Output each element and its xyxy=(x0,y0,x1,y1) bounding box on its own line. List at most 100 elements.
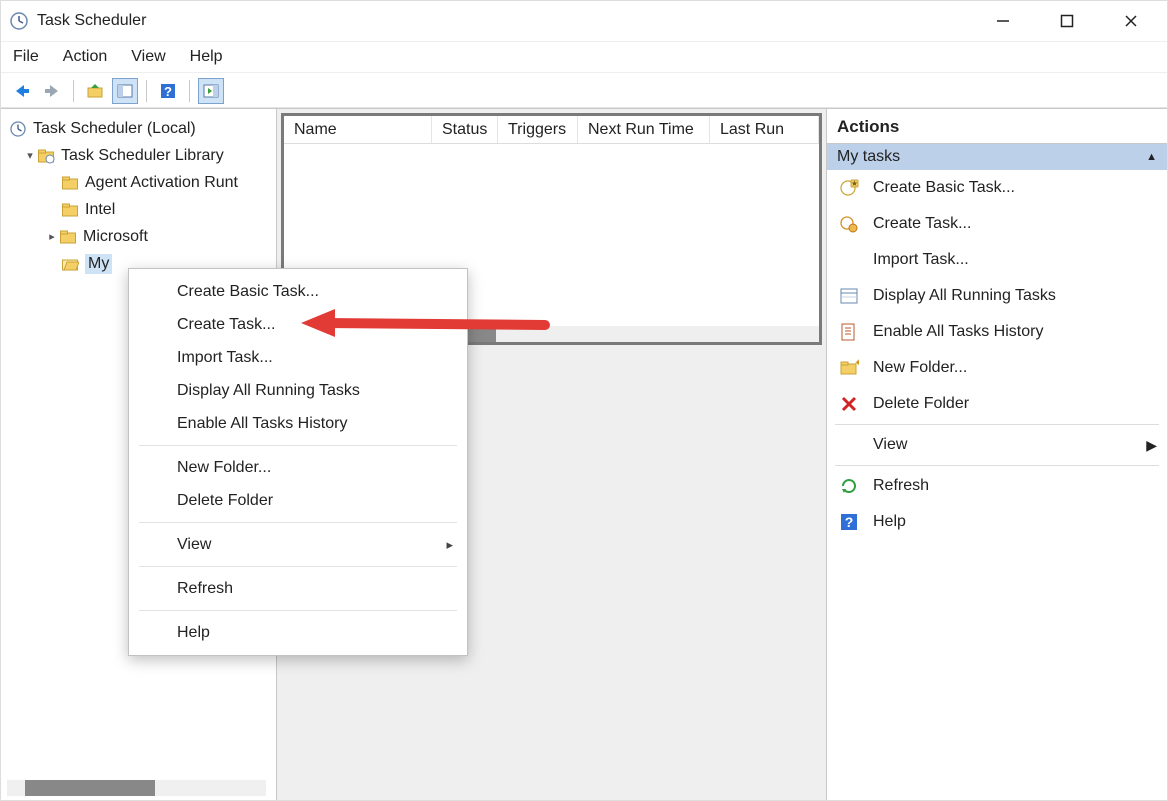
clock-new-icon: ★ xyxy=(839,178,859,198)
svg-text:?: ? xyxy=(845,514,854,530)
action-refresh[interactable]: Refresh xyxy=(827,468,1167,504)
ctx-separator xyxy=(139,445,457,446)
menu-action[interactable]: Action xyxy=(63,48,107,66)
show-hide-action-pane-button[interactable] xyxy=(198,78,224,104)
actions-context-label: My tasks xyxy=(837,148,900,166)
ctx-display-running[interactable]: Display All Running Tasks xyxy=(129,374,467,407)
action-view[interactable]: View ▶ xyxy=(827,427,1167,463)
help-toolbar-button[interactable]: ? xyxy=(155,78,181,104)
col-last-run[interactable]: Last Run xyxy=(710,116,819,143)
ctx-view[interactable]: View▸ xyxy=(129,528,467,561)
action-label: Enable All Tasks History xyxy=(873,323,1043,341)
folder-icon xyxy=(61,201,79,219)
app-clock-icon xyxy=(9,11,29,31)
chevron-right-icon[interactable]: ▸ xyxy=(45,230,59,243)
ctx-refresh[interactable]: Refresh xyxy=(129,572,467,605)
open-folder-icon xyxy=(61,255,79,273)
actions-context-header[interactable]: My tasks ▲ xyxy=(827,144,1167,170)
ctx-import-task[interactable]: Import Task... xyxy=(129,341,467,374)
svg-text:?: ? xyxy=(164,84,172,99)
history-icon xyxy=(839,322,859,342)
show-hide-console-tree-button[interactable] xyxy=(112,78,138,104)
action-label: New Folder... xyxy=(873,359,967,377)
ctx-separator xyxy=(139,610,457,611)
folder-clock-icon xyxy=(37,147,55,165)
action-new-folder[interactable]: ✦ New Folder... xyxy=(827,350,1167,386)
actions-pane: Actions My tasks ▲ ★ Create Basic Task..… xyxy=(827,109,1167,800)
chevron-right-icon: ▶ xyxy=(1146,437,1157,454)
import-icon xyxy=(839,250,859,270)
col-name[interactable]: Name xyxy=(284,116,432,143)
action-enable-history[interactable]: Enable All Tasks History xyxy=(827,314,1167,350)
action-create-task[interactable]: Create Task... xyxy=(827,206,1167,242)
action-label: Import Task... xyxy=(873,251,969,269)
action-delete-folder[interactable]: Delete Folder xyxy=(827,386,1167,422)
clock-gear-icon xyxy=(839,214,859,234)
tree-item-microsoft[interactable]: ▸ Microsoft xyxy=(5,223,276,250)
tree-scrollbar-thumb[interactable] xyxy=(25,780,155,796)
menu-help[interactable]: Help xyxy=(190,48,223,66)
ctx-delete-folder[interactable]: Delete Folder xyxy=(129,484,467,517)
ctx-new-folder[interactable]: New Folder... xyxy=(129,451,467,484)
nav-back-button[interactable] xyxy=(9,78,35,104)
window-title: Task Scheduler xyxy=(37,12,985,30)
toolbar-separator xyxy=(73,80,74,102)
context-menu: Create Basic Task... Create Task... Impo… xyxy=(128,268,468,656)
running-tasks-icon xyxy=(839,286,859,306)
blank-icon xyxy=(839,435,859,455)
chevron-down-icon[interactable]: ▾ xyxy=(23,149,37,162)
titlebar: Task Scheduler xyxy=(1,1,1167,41)
new-folder-icon: ✦ xyxy=(839,358,859,378)
close-button[interactable] xyxy=(1113,7,1149,35)
ctx-create-basic-task[interactable]: Create Basic Task... xyxy=(129,275,467,308)
tree-item-label: Microsoft xyxy=(83,228,148,246)
ctx-help[interactable]: Help xyxy=(129,616,467,649)
tree-library[interactable]: ▾ Task Scheduler Library xyxy=(5,142,276,169)
action-label: Help xyxy=(873,513,906,531)
action-create-basic-task[interactable]: ★ Create Basic Task... xyxy=(827,170,1167,206)
action-label: Delete Folder xyxy=(873,395,969,413)
delete-icon xyxy=(839,394,859,414)
actions-pane-title: Actions xyxy=(827,109,1167,144)
col-next-run[interactable]: Next Run Time xyxy=(578,116,710,143)
action-import-task[interactable]: Import Task... xyxy=(827,242,1167,278)
menubar: File Action View Help xyxy=(1,41,1167,73)
menu-view[interactable]: View xyxy=(131,48,165,66)
action-label: Create Basic Task... xyxy=(873,179,1015,197)
toolbar: ? xyxy=(1,73,1167,109)
help-icon: ? xyxy=(839,512,859,532)
tree-item-label: Agent Activation Runt xyxy=(85,174,238,192)
toolbar-separator xyxy=(146,80,147,102)
action-label: View xyxy=(873,436,907,454)
action-label: Create Task... xyxy=(873,215,971,233)
toolbar-separator xyxy=(189,80,190,102)
task-list-header: Name Status Triggers Next Run Time Last … xyxy=(284,116,819,144)
tree-item-agent-activation[interactable]: Agent Activation Runt xyxy=(5,169,276,196)
up-folder-button[interactable] xyxy=(82,78,108,104)
collapse-up-icon[interactable]: ▲ xyxy=(1146,151,1157,163)
action-label: Display All Running Tasks xyxy=(873,287,1056,305)
action-label: Refresh xyxy=(873,477,929,495)
svg-text:✦: ✦ xyxy=(854,358,859,369)
actions-separator xyxy=(835,424,1159,425)
maximize-button[interactable] xyxy=(1049,7,1085,35)
minimize-button[interactable] xyxy=(985,7,1021,35)
col-triggers[interactable]: Triggers xyxy=(498,116,578,143)
ctx-enable-history[interactable]: Enable All Tasks History xyxy=(129,407,467,440)
tree-root-label: Task Scheduler (Local) xyxy=(33,120,196,138)
tree-root[interactable]: Task Scheduler (Local) xyxy=(5,115,276,142)
actions-separator xyxy=(835,465,1159,466)
svg-text:★: ★ xyxy=(851,179,858,188)
tree-library-label: Task Scheduler Library xyxy=(61,147,224,165)
action-display-running-tasks[interactable]: Display All Running Tasks xyxy=(827,278,1167,314)
tree-item-label: My xyxy=(85,254,112,274)
nav-forward-button[interactable] xyxy=(39,78,65,104)
tree-item-intel[interactable]: Intel xyxy=(5,196,276,223)
folder-icon xyxy=(59,228,77,246)
col-status[interactable]: Status xyxy=(432,116,498,143)
chevron-right-icon: ▸ xyxy=(446,537,453,553)
action-help[interactable]: ? Help xyxy=(827,504,1167,540)
menu-file[interactable]: File xyxy=(13,48,39,66)
ctx-create-task[interactable]: Create Task... xyxy=(129,308,467,341)
window-buttons xyxy=(985,7,1149,35)
